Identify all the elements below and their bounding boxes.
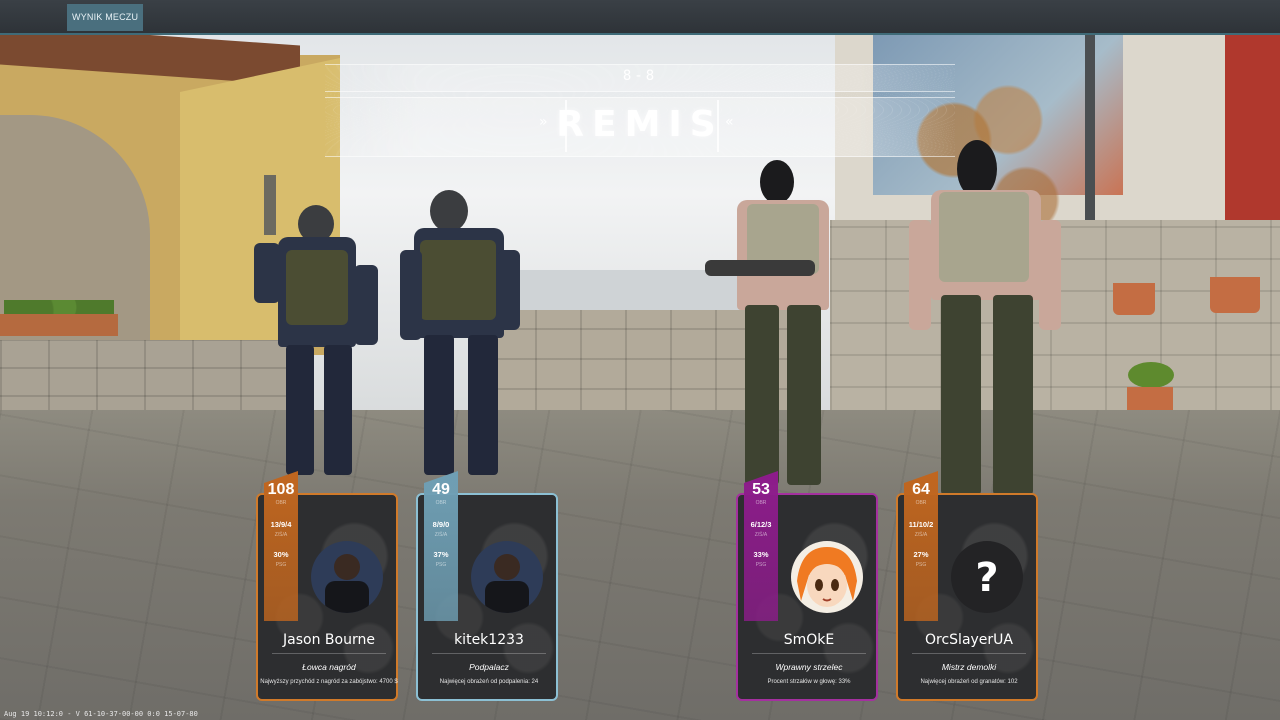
player-card[interactable]: 64 OBR 11/10/2 Z/Ś/A 27% PSG? OrcSlayerUA Mistr… (896, 471, 1038, 701)
left-planter (0, 296, 118, 336)
svg-text:?: ? (975, 555, 998, 601)
headshot-label: PSG (755, 562, 767, 568)
divider (752, 653, 866, 654)
kda-value: 13/9/4 (270, 520, 292, 529)
award-title: Wprawny strzelec (775, 662, 843, 672)
award-description: Najwyższy przychód z nagród za zabójstwo… (260, 679, 398, 685)
award-description: Najwięcej obrażeń od podpalenia: 24 (439, 679, 539, 685)
divider (432, 653, 546, 654)
t-agent-1 (705, 160, 850, 490)
headshot-label: PSG (915, 562, 927, 568)
player-name: SmOkE (783, 632, 835, 648)
avatar (791, 541, 863, 613)
damage-label: OBR (915, 500, 927, 506)
avatar (471, 541, 543, 613)
match-result-title: REMIS (556, 104, 724, 145)
award-title: Mistrz demolki (941, 662, 997, 672)
damage-value: 53 (752, 481, 770, 498)
player-name: kitek1233 (454, 632, 524, 648)
kda-label: Z/Ś/A (754, 532, 768, 538)
flower-pot (1210, 277, 1260, 313)
damage-label: OBR (275, 500, 287, 506)
ct-agent-1 (250, 205, 385, 480)
kda-label: Z/Ś/A (274, 532, 288, 538)
ct-agent-2 (400, 190, 525, 480)
award-title: Łowca nagród (302, 662, 356, 672)
player-card[interactable]: 49 OBR 8/9/0 Z/Ś/A 37% PSG kitek1233 Podpalacz N… (416, 471, 558, 701)
damage-label: OBR (755, 500, 767, 506)
t-agent-2 (905, 140, 1065, 500)
player-card[interactable]: 53 OBR 6/12/3 Z/Ś/A 33% PSG SmOkE Wprawny strze… (736, 471, 878, 701)
headshot-percent: 37% (433, 550, 449, 559)
kda-value: 6/12/3 (750, 520, 772, 529)
headshot-percent: 27% (913, 550, 929, 559)
award-description: Najwięcej obrażeń od granatów: 102 (920, 679, 1018, 685)
player-name: OrcSlayerUA (925, 632, 1013, 648)
player-card[interactable]: 108 OBR 13/9/4 Z/Ś/A 30% PSG Jason Bourne Łowca… (256, 471, 398, 701)
avatar: ? (951, 541, 1023, 613)
damage-label: OBR (435, 500, 447, 506)
headshot-label: PSG (435, 562, 447, 568)
cobblestone-ground (0, 410, 1280, 720)
match-result-banner: 8-8 » « REMIS (325, 64, 955, 157)
damage-value: 64 (912, 481, 930, 498)
flower-pot (1113, 283, 1155, 315)
kda-label: Z/Ś/A (434, 532, 448, 538)
damage-value: 49 (432, 481, 450, 498)
tab-match-result[interactable]: WYNIK MECZU (67, 4, 144, 31)
kda-value: 8/9/0 (432, 520, 450, 529)
headshot-percent: 30% (273, 550, 289, 559)
award-description: Procent strzałów w głowę: 33% (767, 679, 851, 685)
divider (912, 653, 1026, 654)
award-title: Podpalacz (469, 662, 509, 672)
match-score: 8-8 (622, 68, 658, 84)
damage-value: 108 (267, 481, 295, 498)
headshot-percent: 33% (753, 550, 769, 559)
kda-value: 11/10/2 (908, 520, 934, 529)
kda-label: Z/Ś/A (914, 532, 928, 538)
flower-plant (1128, 362, 1174, 388)
headshot-label: PSG (275, 562, 287, 568)
player-name: Jason Bourne (283, 632, 375, 648)
divider (272, 653, 386, 654)
build-info: Aug 19 10:12:0 - V 61-10-37-00-00 0:0 15… (4, 710, 198, 718)
top-bar: WYNIK MECZU (0, 0, 1280, 35)
avatar (311, 541, 383, 613)
